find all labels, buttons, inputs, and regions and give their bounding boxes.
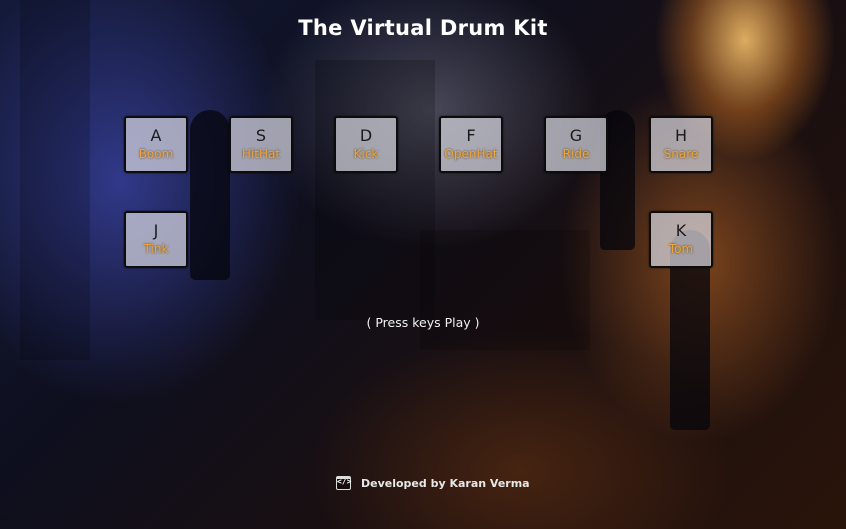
key-sound: Boom (138, 147, 174, 161)
drum-key-h[interactable]: H Snare (649, 116, 713, 173)
drum-key-g[interactable]: G Ride (544, 116, 608, 173)
key-letter: K (675, 221, 687, 240)
key-sound: Kick (353, 147, 379, 161)
key-sound: Tom (668, 242, 694, 256)
drum-key-a[interactable]: A Boom (124, 116, 188, 173)
key-sound: Snare (663, 147, 699, 161)
key-sound: HitHat (241, 147, 281, 161)
page-title: The Virtual Drum Kit (298, 16, 548, 40)
key-sound: OpenHat (444, 147, 498, 161)
drum-key-f[interactable]: F OpenHat (439, 116, 503, 173)
key-sound: Ride (562, 147, 590, 161)
key-letter: H (674, 126, 688, 145)
drum-key-j[interactable]: J Tink (124, 211, 188, 268)
key-letter: J (153, 221, 159, 240)
footer: </> Developed by Karan Verma (336, 476, 530, 490)
key-letter: G (569, 126, 583, 145)
instruction-text: ( Press keys Play ) (366, 315, 480, 330)
drum-key-d[interactable]: D Kick (334, 116, 398, 173)
drum-key-s[interactable]: S HitHat (229, 116, 293, 173)
code-icon[interactable]: </> (336, 476, 351, 490)
developer-credit[interactable]: Developed by Karan Verma (361, 477, 530, 490)
drum-key-k[interactable]: K Tom (649, 211, 713, 268)
key-letter: D (359, 126, 373, 145)
key-letter: F (466, 126, 476, 145)
key-letter: S (255, 126, 267, 145)
key-sound: Tink (143, 242, 169, 256)
key-letter: A (150, 126, 162, 145)
